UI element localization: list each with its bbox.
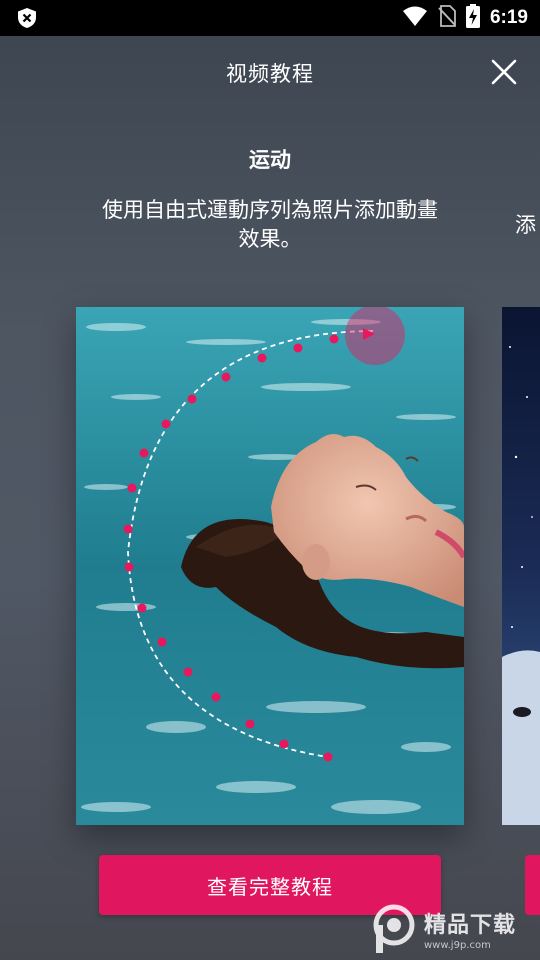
watermark-logo-icon [373, 904, 415, 953]
close-button[interactable] [484, 54, 524, 90]
description-line-2: 效果。 [238, 227, 302, 251]
watermark-url: www.j9p.com [424, 940, 491, 951]
tutorial-photo[interactable] [76, 307, 464, 825]
watermark: 精品下载 www.j9p.com [372, 898, 540, 960]
tutorial-screen: 6:19 视频教程 运动 使用自由式運動序列為照片添加動畫 效果。 添 查看完整… [0, 0, 540, 960]
status-time: 6:19 [489, 7, 528, 28]
next-tutorial-photo-peek[interactable] [502, 307, 540, 825]
no-sim-icon [438, 5, 456, 31]
wifi-icon [402, 5, 428, 31]
tutorial-title: 运动 [249, 148, 291, 172]
shield-x-icon [16, 7, 38, 29]
next-card-description-peek: 添 [515, 213, 536, 237]
status-bar: 6:19 [0, 0, 540, 36]
pool-photo-image [76, 307, 464, 825]
description-line-1: 使用自由式運動序列為照片添加動畫 [102, 198, 438, 222]
page-title: 视频教程 [226, 62, 314, 86]
tutorial-description: 使用自由式運動序列為照片添加動畫 效果。 [70, 196, 470, 254]
battery-charging-icon [465, 4, 480, 32]
close-icon [491, 59, 517, 85]
night-sky-image [502, 346, 540, 825]
watermark-title: 精品下载 [424, 913, 517, 938]
